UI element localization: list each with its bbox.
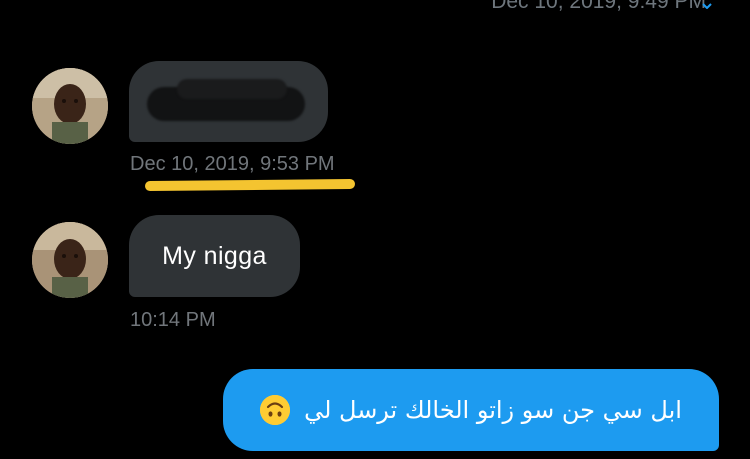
incoming-message-bubble[interactable] <box>129 61 328 142</box>
sender-avatar[interactable] <box>32 222 108 298</box>
message-text: ابل سي جن سو زاتو الخالك ترسل لي <box>304 396 682 424</box>
message-timestamp: Dec 10, 2019, 9:53 PM <box>130 153 335 175</box>
previous-message-timestamp: Dec 10, 2019, 9:49 PM <box>491 0 706 13</box>
redacted-text-mark <box>177 79 287 99</box>
highlight-underline <box>144 178 356 192</box>
outgoing-message-bubble[interactable]: ابل سي جن سو زاتو الخالك ترسل لي <box>223 369 719 451</box>
incoming-message-bubble[interactable]: My nigga <box>129 215 300 297</box>
upside-down-face-icon <box>260 395 291 425</box>
read-check-icon <box>702 3 712 9</box>
sender-avatar[interactable] <box>32 68 108 144</box>
message-text: My nigga <box>162 241 267 270</box>
message-timestamp: 10:14 PM <box>130 309 216 331</box>
